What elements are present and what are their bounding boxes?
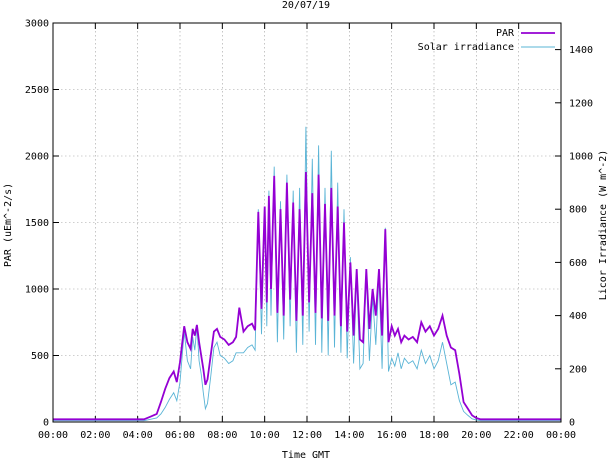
left-tick-label: 1000 [25, 285, 49, 296]
left-axis-ticks: 0 500 1000 1500 2000 2500 3000 [25, 19, 59, 429]
left-tick-label: 2000 [25, 152, 49, 163]
x-tick-label: 02:00 [80, 430, 110, 441]
chart-title: 20/07/19 [282, 0, 330, 11]
right-tick-label: 400 [569, 311, 587, 322]
x-tick-label: 22:00 [504, 430, 534, 441]
left-tick-label: 3000 [25, 19, 49, 30]
x-tick-label: 18:00 [419, 430, 449, 441]
x-tick-label: 14:00 [334, 430, 364, 441]
x-tick-label: 04:00 [123, 430, 153, 441]
x-axis-label: Time GMT [282, 450, 330, 459]
x-tick-label: 06:00 [165, 430, 195, 441]
legend-label-solar-irradiance: Solar irradiance [418, 42, 514, 53]
series-line-solar-irradiance [53, 126, 561, 422]
right-tick-label: 1400 [569, 45, 593, 56]
right-tick-label: 600 [569, 258, 587, 269]
x-tick-label: 20:00 [461, 430, 491, 441]
x-tick-label: 00:00 [38, 430, 68, 441]
right-tick-label: 800 [569, 205, 587, 216]
left-tick-label: 1500 [25, 218, 49, 229]
y-axis-label-left: PAR (uEm^-2/s) [3, 183, 14, 267]
left-tick-label: 2500 [25, 85, 49, 96]
par-irradiance-chart: 20/07/19 0 500 1000 1500 2000 2500 3000 0 200 40… [3, 0, 609, 459]
y-axis-label-right: Licor Irradiance (W m^-2) [598, 150, 609, 301]
right-tick-label: 1000 [569, 152, 593, 163]
x-tick-label: 00:00 [546, 430, 576, 441]
left-tick-label: 0 [43, 418, 49, 429]
right-tick-label: 200 [569, 364, 587, 375]
legend: PAR Solar irradiance [418, 28, 555, 53]
left-tick-label: 500 [31, 351, 49, 362]
x-tick-label: 12:00 [292, 430, 322, 441]
x-tick-label: 10:00 [250, 430, 280, 441]
right-tick-label: 0 [569, 418, 575, 429]
legend-label-par: PAR [496, 28, 515, 39]
right-tick-label: 1200 [569, 98, 593, 109]
x-tick-label: 08:00 [207, 430, 237, 441]
x-tick-label: 16:00 [377, 430, 407, 441]
